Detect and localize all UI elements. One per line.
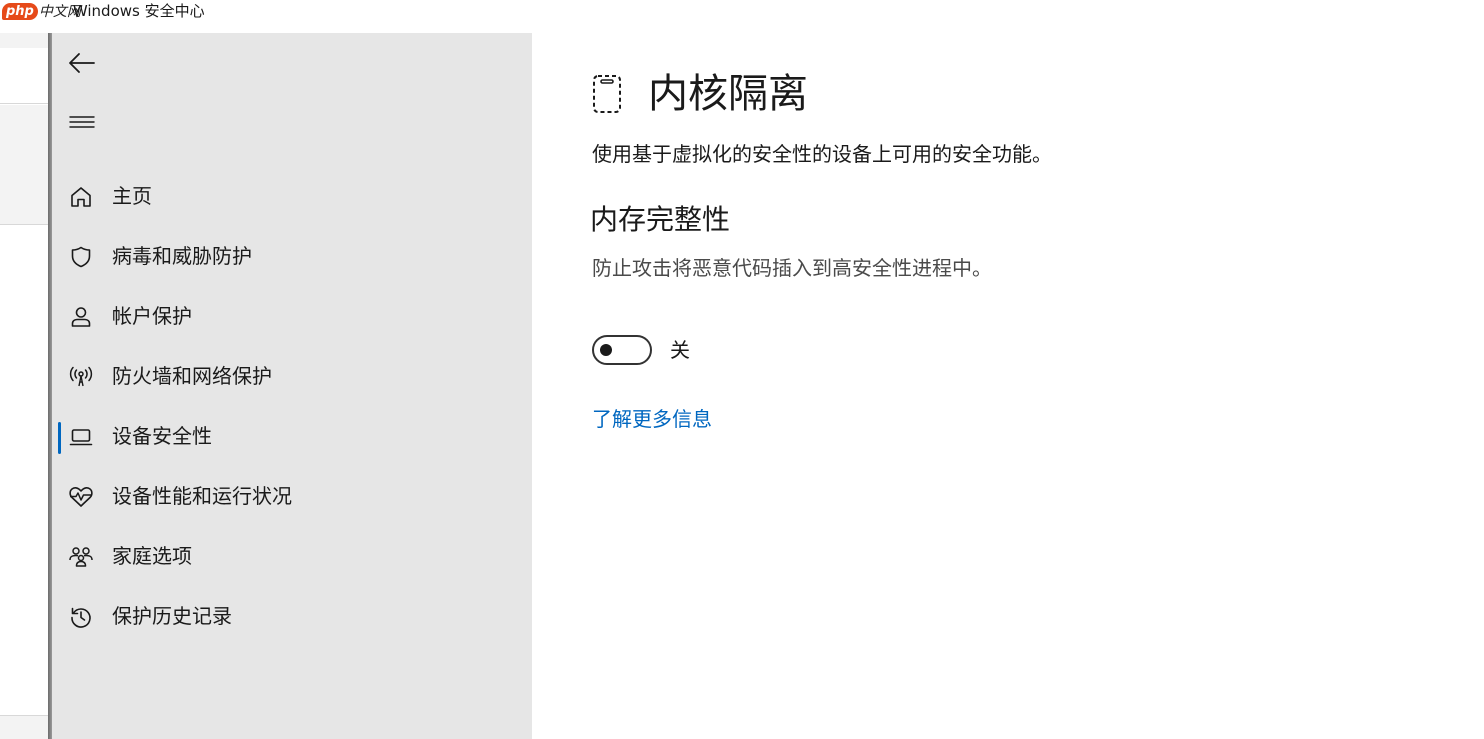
page-title: 内核隔离 (648, 71, 808, 117)
sidebar-item-label: 家庭选项 (112, 544, 192, 568)
back-button[interactable] (62, 43, 102, 83)
hamburger-menu-icon (69, 116, 95, 128)
page-header: 内核隔离 (590, 69, 808, 119)
watermark-php-badge: php (2, 2, 38, 20)
sidebar-item-label: 设备安全性 (112, 424, 212, 448)
sidebar-item-home[interactable]: 主页 (52, 166, 532, 226)
sidebar-item-label: 设备性能和运行状况 (112, 484, 292, 508)
sidebar-item-virus-protection[interactable]: 病毒和威胁防护 (52, 226, 532, 286)
sidebar-item-protection-history[interactable]: 保护历史记录 (52, 586, 532, 646)
section-description: 防止攻击将恶意代码插入到高安全性进程中。 (592, 256, 992, 280)
title-bar-content: php 中文网 Windows 安全中心 (0, 0, 205, 22)
menu-button[interactable] (62, 102, 102, 142)
sidebar-item-label: 帐户保护 (112, 304, 192, 328)
sidebar-item-device-health[interactable]: 设备性能和运行状况 (52, 466, 532, 526)
watermark-logo: php 中文网 (0, 0, 81, 22)
memory-integrity-toggle-row: 关 (592, 335, 690, 365)
background-panel-bottom (0, 715, 48, 739)
memory-integrity-toggle[interactable] (592, 335, 652, 365)
sidebar-item-device-security[interactable]: 设备安全性 (52, 406, 532, 466)
sidebar-item-account-protection[interactable]: 帐户保护 (52, 286, 532, 346)
window-title: Windows 安全中心 (72, 2, 205, 20)
sidebar-item-label: 主页 (112, 184, 152, 208)
core-isolation-icon (590, 72, 624, 116)
sidebar-item-family-options[interactable]: 家庭选项 (52, 526, 532, 586)
section-title-memory-integrity: 内存完整性 (590, 203, 731, 236)
person-icon (68, 304, 94, 330)
background-window-strip (0, 0, 48, 739)
heart-pulse-icon (68, 484, 94, 510)
family-icon (68, 544, 94, 570)
sidebar: 主页 病毒和威胁防护 帐户保护 防火墙和网络保护 设备安全性 设备性能和运行状况… (52, 33, 532, 739)
main-content: 内核隔离 使用基于虚拟化的安全性的设备上可用的安全功能。 内存完整性 防止攻击将… (532, 33, 1484, 739)
sidebar-item-label: 防火墙和网络保护 (112, 364, 272, 388)
sidebar-item-firewall[interactable]: 防火墙和网络保护 (52, 346, 532, 406)
toggle-state-label: 关 (670, 338, 690, 362)
nav-list: 主页 病毒和威胁防护 帐户保护 防火墙和网络保护 设备安全性 设备性能和运行状况… (52, 166, 532, 646)
sidebar-item-label: 病毒和威胁防护 (112, 244, 252, 268)
background-panel-toolbar (0, 48, 48, 134)
home-icon (68, 184, 94, 210)
learn-more-link[interactable]: 了解更多信息 (592, 405, 712, 433)
title-bar: php 中文网 Windows 安全中心 (0, 0, 1484, 33)
sidebar-item-label: 保护历史记录 (112, 604, 232, 628)
page-description: 使用基于虚拟化的安全性的设备上可用的安全功能。 (592, 142, 1052, 166)
active-indicator (58, 422, 61, 454)
shield-icon (68, 244, 94, 270)
history-icon (68, 604, 94, 630)
laptop-icon (68, 424, 94, 450)
antenna-icon (68, 364, 94, 390)
background-panel-section (0, 105, 48, 225)
toggle-knob (600, 344, 612, 356)
back-arrow-icon (69, 53, 95, 73)
